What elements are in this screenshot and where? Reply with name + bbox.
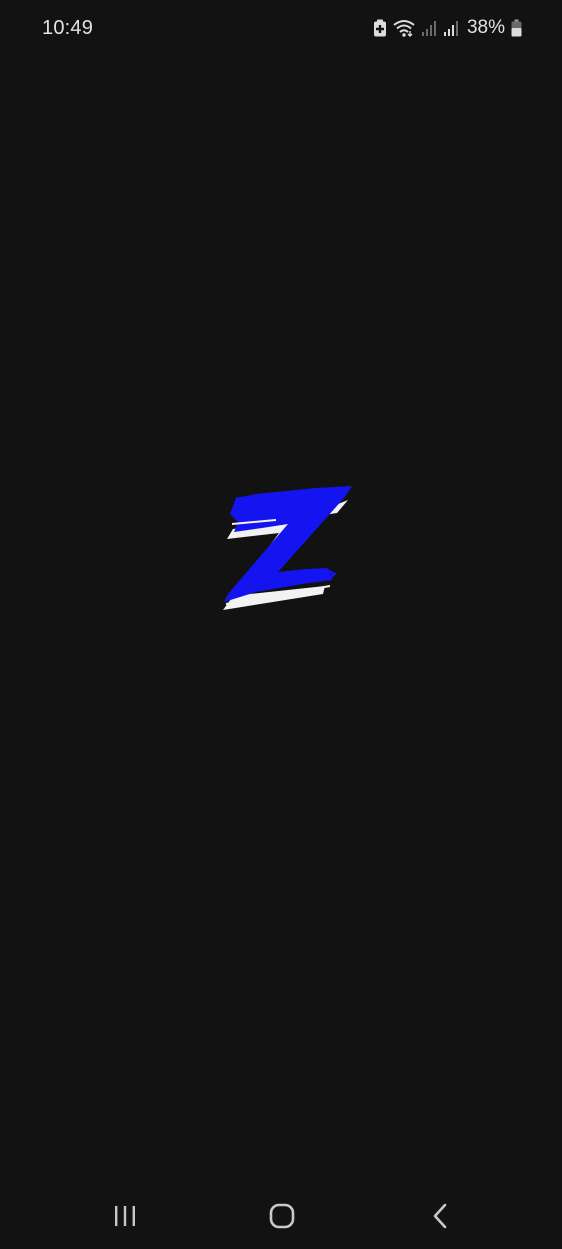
battery-icon: [511, 19, 522, 37]
home-icon: [269, 1203, 295, 1234]
z-logo: [216, 484, 358, 614]
status-icons: 38%: [373, 16, 522, 40]
recents-icon: [112, 1205, 138, 1232]
recents-button[interactable]: [103, 1200, 147, 1236]
navigation-bar: [0, 1186, 562, 1249]
back-button[interactable]: [418, 1200, 462, 1236]
battery-saver-icon: [373, 19, 387, 37]
status-bar: 10:49 38%: [0, 0, 562, 56]
signal-sim1-icon: [421, 19, 437, 37]
splash-screen: [0, 56, 562, 1186]
wifi-icon: [393, 19, 415, 37]
signal-sim2-icon: [443, 19, 459, 37]
battery-percent: 38%: [466, 17, 505, 38]
home-button[interactable]: [260, 1200, 304, 1236]
status-clock: 10:49: [42, 17, 94, 39]
back-icon: [431, 1203, 449, 1234]
